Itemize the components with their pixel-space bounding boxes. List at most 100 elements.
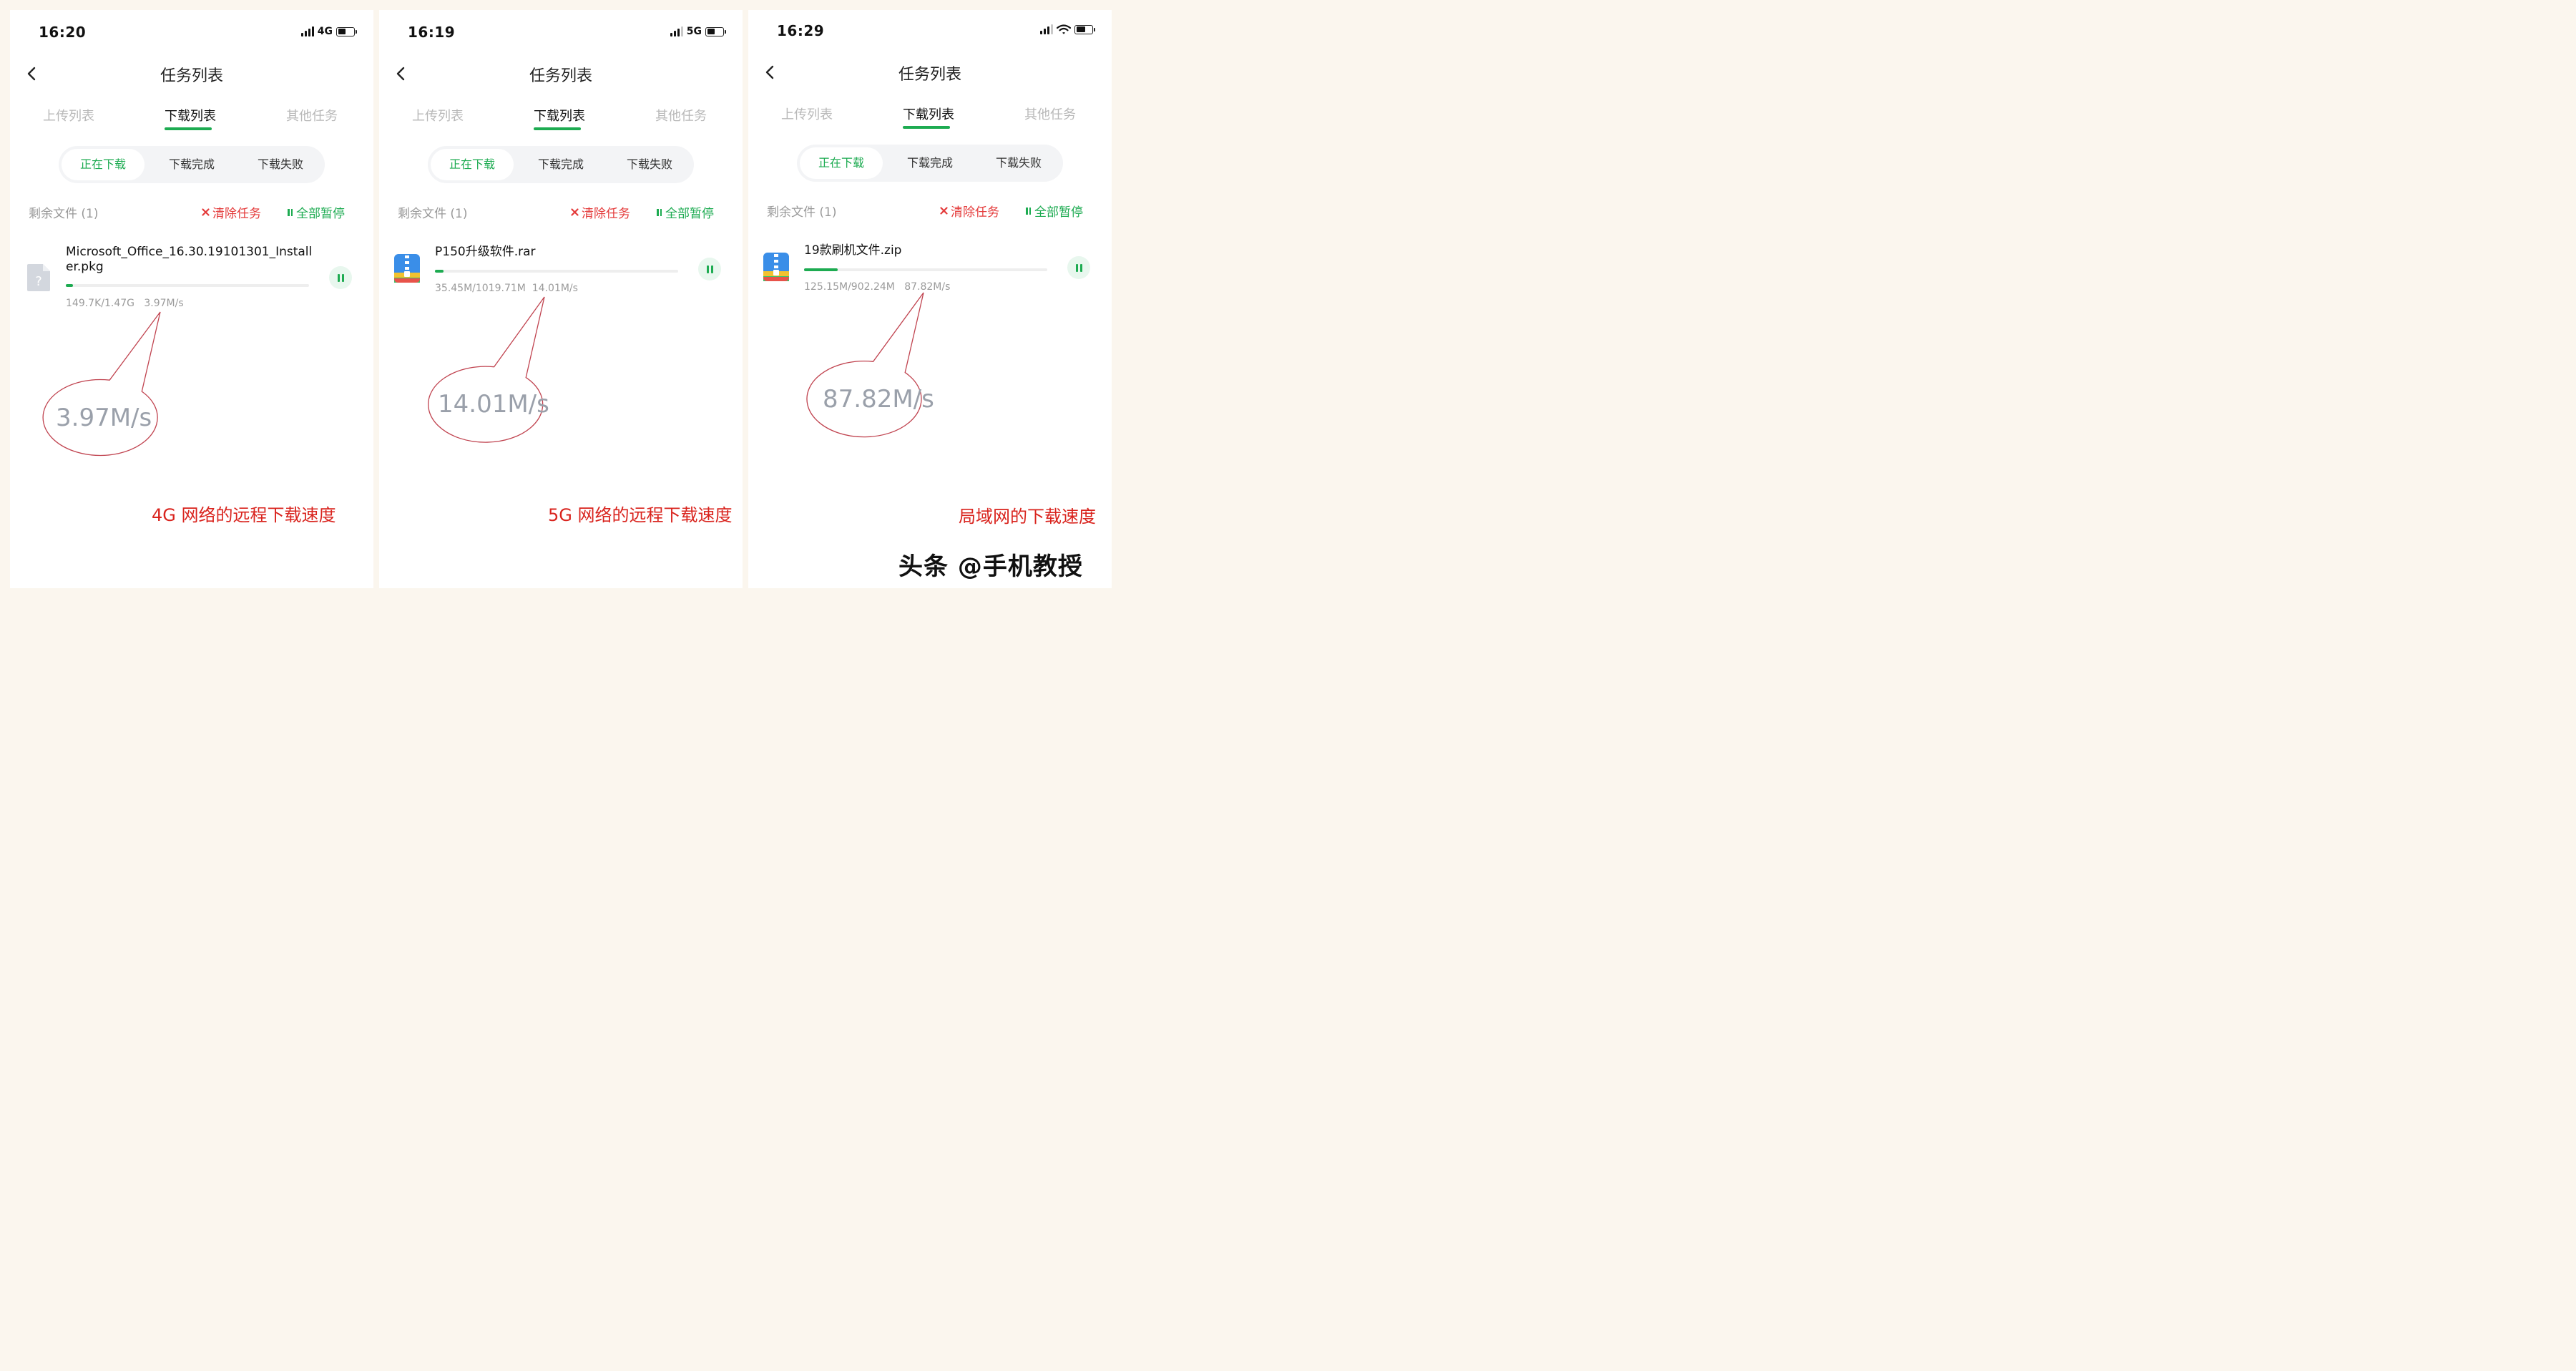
pause-all-button[interactable]: 全部暂停 (657, 203, 714, 221)
status-time: 16:20 (39, 24, 87, 41)
pause-download-button[interactable] (1067, 256, 1090, 279)
file-transfer-info: 149.7K/1.47G 3.97M/s (66, 298, 184, 309)
segment-completed[interactable]: 下载完成 (147, 146, 236, 183)
tab-download-list[interactable]: 下载列表 (165, 106, 216, 125)
clear-tasks-button[interactable]: 清除任务 (571, 203, 630, 221)
download-speed: 3.97M/s (144, 298, 184, 309)
pause-icon (1026, 207, 1031, 215)
pause-download-button[interactable] (329, 266, 352, 289)
tab-upload-list[interactable]: 上传列表 (781, 104, 833, 123)
active-tab-indicator (534, 127, 581, 130)
page-title: 任务列表 (898, 66, 961, 84)
segment-downloading[interactable]: 正在下载 (800, 147, 883, 179)
progress-fill (435, 270, 444, 273)
tab-download-list[interactable]: 下载列表 (534, 106, 585, 125)
zip-archive-icon (394, 254, 420, 283)
download-speed: 14.01M/s (532, 283, 578, 294)
clear-tasks-button[interactable]: 清除任务 (202, 203, 261, 221)
pause-all-label: 全部暂停 (665, 207, 714, 221)
clear-tasks-label: 清除任务 (212, 207, 261, 221)
clear-tasks-label: 清除任务 (582, 207, 630, 221)
annotation-caption: 4G 网络的远程下载速度 (152, 505, 336, 525)
status-time: 16:29 (777, 22, 825, 39)
battery-icon (705, 26, 726, 36)
tab-other-tasks[interactable]: 其他任务 (1024, 104, 1076, 123)
download-status-segmented-control: 正在下载 下载完成 下载失败 (428, 146, 694, 183)
list-tabs: 上传列表 下载列表 其他任务 (748, 104, 1112, 130)
unknown-file-icon: ? (27, 264, 50, 291)
pause-all-button[interactable]: 全部暂停 (1026, 202, 1083, 220)
svg-text:?: ? (35, 274, 42, 289)
progress-fill (66, 284, 74, 287)
clear-tasks-button[interactable]: 清除任务 (940, 202, 999, 220)
segment-failed[interactable]: 下载失败 (974, 145, 1063, 182)
download-status-segmented-control: 正在下载 下载完成 下载失败 (59, 146, 325, 183)
tab-other-tasks[interactable]: 其他任务 (655, 106, 707, 125)
pause-all-label: 全部暂停 (296, 207, 345, 221)
status-bar-icons (1040, 24, 1095, 34)
annotation-caption: 5G 网络的远程下载速度 (548, 505, 733, 525)
network-type-label: 4G (317, 26, 333, 37)
segment-completed[interactable]: 下载完成 (886, 145, 974, 182)
active-tab-indicator (903, 126, 950, 129)
remaining-files-count: 剩余文件 (1) (29, 207, 99, 221)
pause-all-label: 全部暂停 (1034, 205, 1083, 220)
phone-screen-4g: 16:20 4G 任务列表 上传列表 下载列表 其他任务 正在下载 下载完成 下… (10, 10, 373, 588)
progress-fill (804, 268, 838, 271)
pause-icon (288, 208, 293, 216)
zip-archive-icon (763, 253, 789, 281)
tab-upload-list[interactable]: 上传列表 (43, 106, 94, 125)
speed-callout-text: 14.01M/s (438, 390, 549, 419)
remaining-files-count: 剩余文件 (1) (398, 207, 468, 221)
close-icon (940, 207, 948, 215)
file-transfer-info: 125.15M/902.24M 87.82M/s (804, 281, 950, 293)
status-bar-icons: 4G (300, 26, 357, 37)
clear-tasks-label: 清除任务 (951, 205, 999, 220)
file-transfer-info: 35.45M/1019.71M 14.01M/s (435, 283, 578, 294)
segment-downloading[interactable]: 正在下载 (431, 149, 514, 180)
tab-download-list[interactable]: 下载列表 (903, 104, 954, 123)
status-time: 16:19 (408, 24, 456, 41)
segment-failed[interactable]: 下载失败 (236, 146, 325, 183)
tab-other-tasks[interactable]: 其他任务 (286, 106, 338, 125)
watermark: 头条 @手机教授 (898, 552, 1083, 581)
battery-icon (336, 26, 357, 36)
download-progress-bar (66, 284, 309, 287)
page-title: 任务列表 (160, 67, 223, 85)
tab-upload-list[interactable]: 上传列表 (412, 106, 464, 125)
file-name: 19款刷机文件.zip (804, 243, 902, 258)
cellular-signal-icon (1040, 24, 1053, 34)
battery-icon (1074, 24, 1095, 34)
file-size-progress: 125.15M/902.24M (804, 281, 895, 293)
speed-callout-bubble (806, 292, 924, 438)
file-name: P150升级软件.rar (435, 245, 536, 259)
pause-icon (657, 208, 662, 216)
remaining-files-count: 剩余文件 (1) (767, 205, 837, 220)
cellular-signal-icon (670, 26, 683, 36)
phone-screen-lan: 16:29 任务列表 上传列表 下载列表 其他任务 正在下载 下载完成 下载失败… (748, 10, 1112, 588)
list-tabs: 上传列表 下载列表 其他任务 (379, 106, 743, 132)
download-progress-bar (435, 270, 678, 273)
active-tab-indicator (165, 127, 212, 130)
download-speed: 87.82M/s (904, 281, 951, 293)
file-size-progress: 149.7K/1.47G (66, 298, 134, 309)
close-icon (202, 208, 210, 216)
close-icon (571, 208, 579, 216)
download-status-segmented-control: 正在下载 下载完成 下载失败 (797, 145, 1063, 182)
speed-callout-text: 3.97M/s (56, 404, 152, 432)
speed-callout-text: 87.82M/s (823, 385, 934, 414)
pause-download-button[interactable] (698, 258, 721, 280)
cellular-signal-icon (300, 26, 314, 36)
wifi-icon (1057, 24, 1071, 34)
segment-downloading[interactable]: 正在下载 (62, 149, 145, 180)
page-title: 任务列表 (529, 67, 592, 85)
download-progress-bar (804, 268, 1047, 271)
phone-screen-5g: 16:19 5G 任务列表 上传列表 下载列表 其他任务 正在下载 下载完成 下… (379, 10, 743, 588)
segment-failed[interactable]: 下载失败 (605, 146, 694, 183)
annotation-caption: 局域网的下载速度 (959, 507, 1096, 527)
segment-completed[interactable]: 下载完成 (516, 146, 605, 183)
file-size-progress: 35.45M/1019.71M (435, 283, 526, 294)
list-tabs: 上传列表 下载列表 其他任务 (10, 106, 373, 132)
pause-all-button[interactable]: 全部暂停 (288, 203, 345, 221)
network-type-label: 5G (686, 26, 702, 37)
